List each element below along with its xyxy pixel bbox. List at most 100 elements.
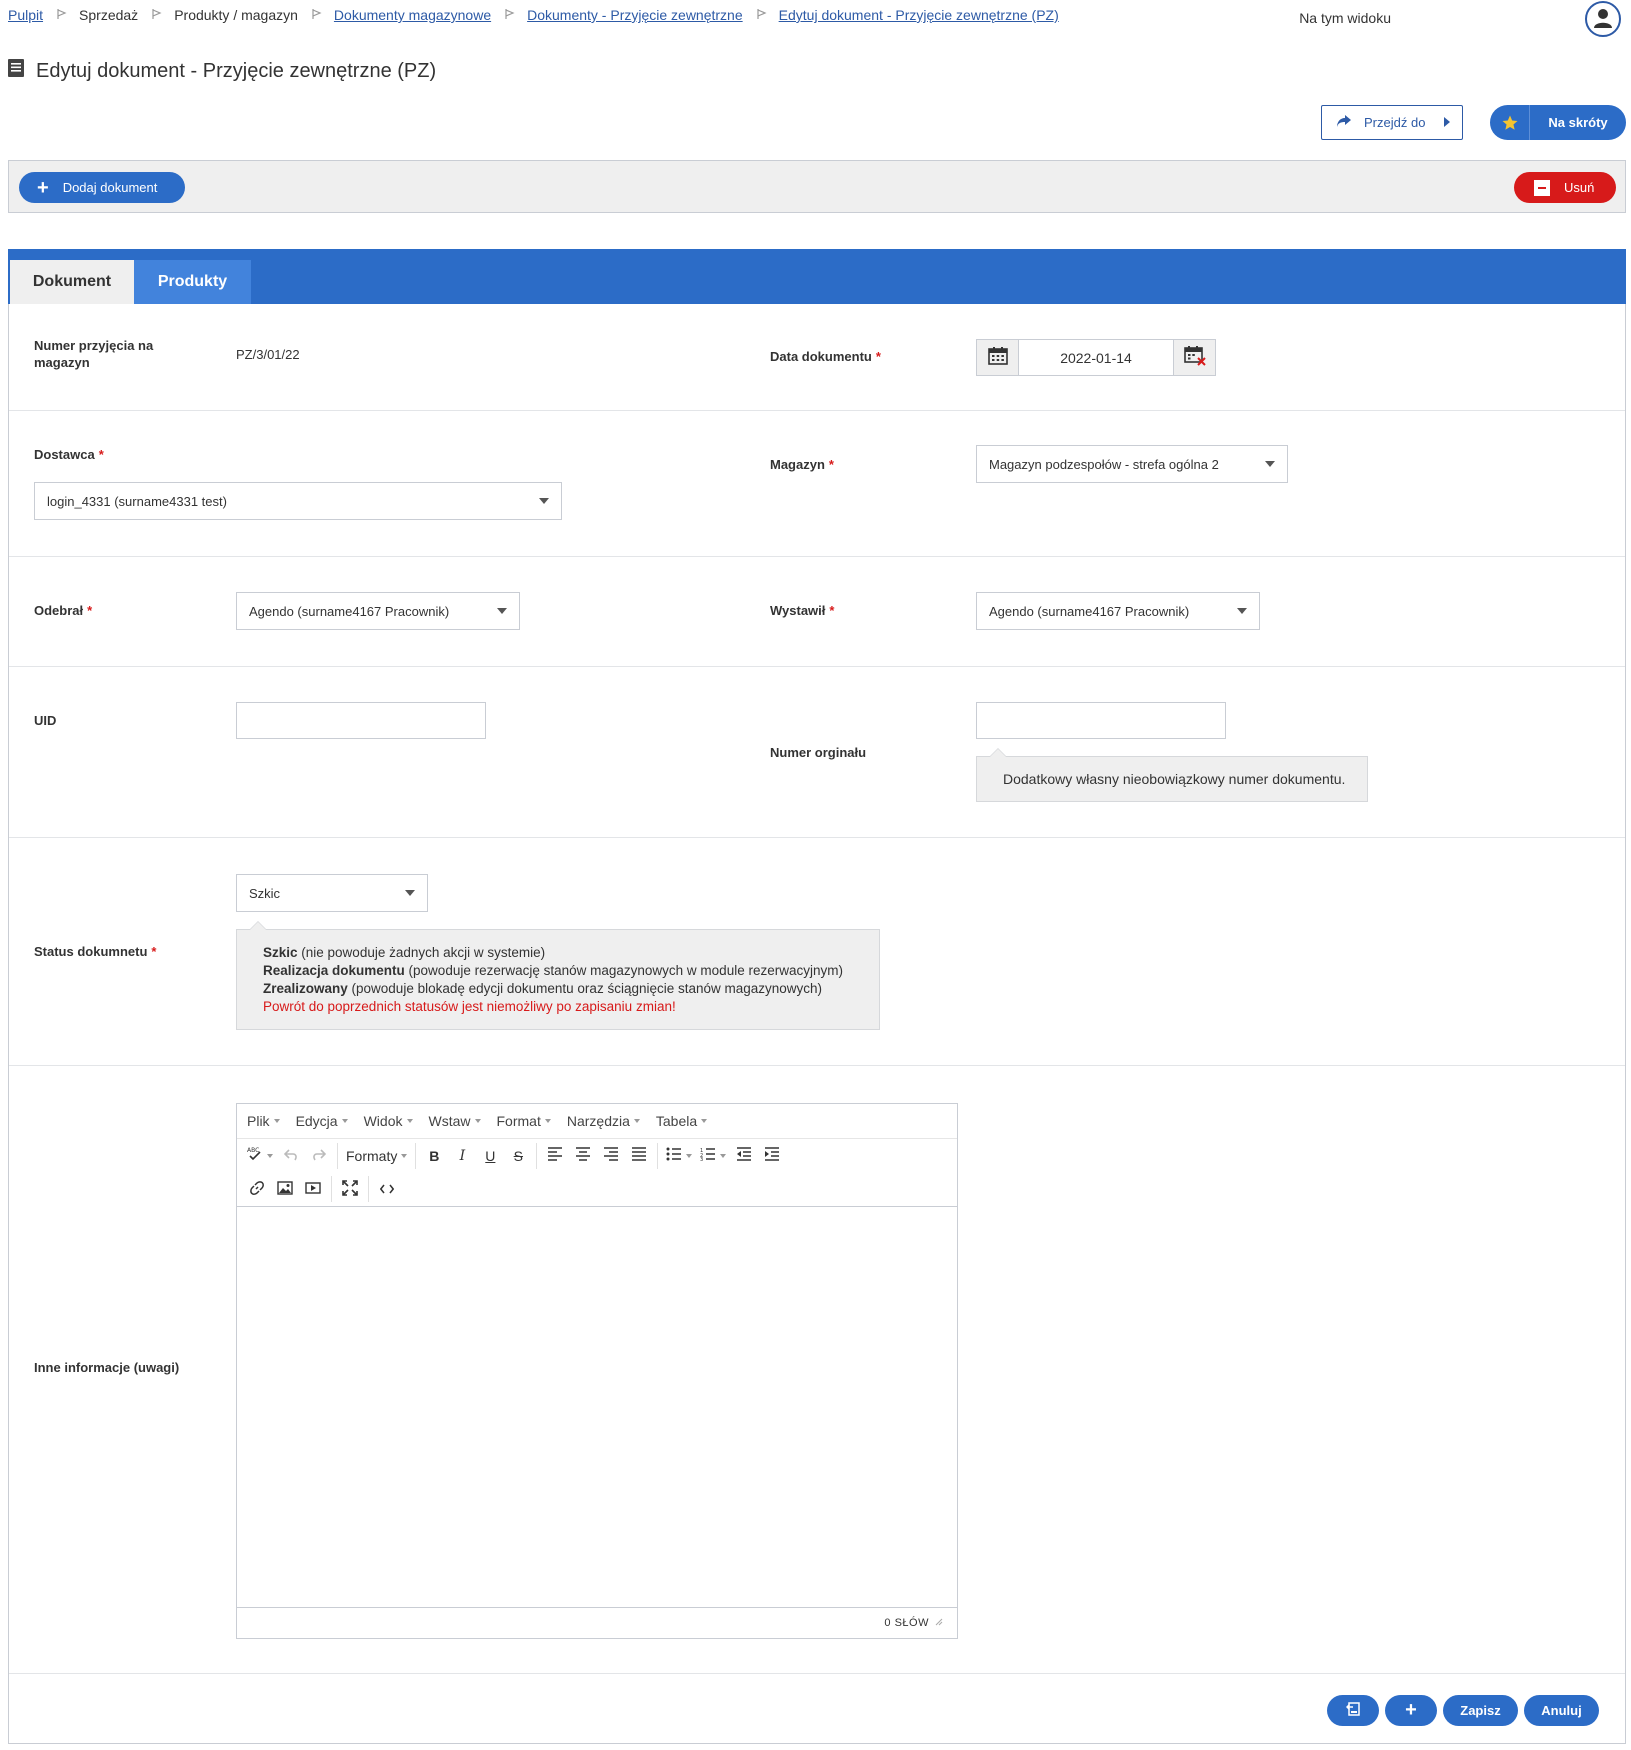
align-right-button[interactable] bbox=[597, 1143, 625, 1169]
uid-input[interactable] bbox=[236, 702, 486, 739]
image-icon bbox=[277, 1180, 293, 1198]
outdent-icon bbox=[736, 1147, 752, 1164]
user-icon bbox=[1591, 6, 1615, 33]
underline-button[interactable]: U bbox=[476, 1143, 504, 1169]
spellcheck-button[interactable]: ABC bbox=[243, 1143, 277, 1169]
breadcrumb-item-dokumenty-magazynowe[interactable]: Dokumenty magazynowe bbox=[334, 7, 491, 23]
issued-select[interactable]: Agendo (surname4167 Pracownik) bbox=[976, 592, 1260, 630]
undo-button[interactable] bbox=[277, 1143, 305, 1169]
menu-tabela[interactable]: Tabela bbox=[656, 1113, 708, 1129]
code-icon bbox=[379, 1181, 395, 1197]
bullet-list-button[interactable] bbox=[662, 1143, 696, 1169]
undo-icon bbox=[283, 1148, 298, 1164]
redo-button[interactable] bbox=[305, 1143, 333, 1169]
link-button[interactable] bbox=[243, 1176, 271, 1202]
indent-button[interactable] bbox=[758, 1143, 786, 1169]
editor-content-area[interactable] bbox=[237, 1206, 957, 1606]
breadcrumb-item-przyjecie-zewnetrzne[interactable]: Dokumenty - Przyjęcie zewnętrzne bbox=[527, 7, 743, 23]
menu-edycja[interactable]: Edycja bbox=[296, 1113, 348, 1129]
issued-label: Wystawił * bbox=[770, 603, 835, 618]
row-divider bbox=[9, 1065, 1625, 1066]
breadcrumb-item-pulpit[interactable]: Pulpit bbox=[8, 7, 43, 23]
status-select[interactable]: Szkic bbox=[236, 874, 428, 912]
goto-button[interactable]: Przejdź do bbox=[1321, 105, 1463, 140]
breadcrumb-item-edytuj-dokument[interactable]: Edytuj dokument - Przyjęcie zewnętrzne (… bbox=[779, 7, 1059, 23]
bullet-list-icon bbox=[666, 1147, 682, 1164]
align-right-icon bbox=[603, 1147, 619, 1164]
date-input[interactable]: 2022-01-14 bbox=[1019, 340, 1173, 375]
date-picker: 2022-01-14 bbox=[976, 339, 1216, 376]
supplier-select[interactable]: login_4331 (surname4331 test) bbox=[34, 482, 562, 520]
number-label: Numer przyjęcia na magazyn bbox=[34, 338, 154, 370]
image-button[interactable] bbox=[271, 1176, 299, 1202]
save-return-icon bbox=[1345, 1702, 1360, 1719]
shortcuts-button[interactable]: Na skróty bbox=[1490, 105, 1626, 140]
italic-button[interactable]: I bbox=[448, 1143, 476, 1169]
delete-button[interactable]: Usuń bbox=[1514, 172, 1616, 203]
menu-plik[interactable]: Plik bbox=[247, 1113, 280, 1129]
plus-icon: + bbox=[1405, 1699, 1417, 1721]
warehouse-select[interactable]: Magazyn podzespołów - strefa ogólna 2 bbox=[976, 445, 1288, 483]
share-arrow-icon bbox=[1336, 114, 1352, 131]
calendar-button[interactable] bbox=[977, 340, 1019, 375]
outdent-button[interactable] bbox=[730, 1143, 758, 1169]
cancel-button[interactable]: Anuluj bbox=[1524, 1695, 1599, 1726]
add-document-label: Dodaj dokument bbox=[62, 180, 158, 195]
tab-dokument[interactable]: Dokument bbox=[10, 260, 134, 304]
chevron-down-icon bbox=[1237, 608, 1247, 614]
strikethrough-icon: S bbox=[513, 1147, 524, 1164]
editor-statusbar: 0 SŁÓW bbox=[237, 1607, 957, 1638]
numbered-list-button[interactable]: 123 bbox=[696, 1143, 730, 1169]
row-divider bbox=[9, 1673, 1625, 1674]
row-divider bbox=[9, 410, 1625, 411]
editor-toolbar-row-1: ABC Formaty B I U S 123 bbox=[237, 1138, 957, 1172]
align-center-button[interactable] bbox=[569, 1143, 597, 1169]
media-button[interactable] bbox=[299, 1176, 327, 1202]
notes-label: Inne informacje (uwagi) bbox=[34, 1360, 180, 1375]
formats-dropdown[interactable]: Formaty bbox=[342, 1143, 411, 1169]
tab-produkty[interactable]: Produkty bbox=[134, 260, 251, 304]
italic-icon: I bbox=[459, 1147, 466, 1164]
original-number-input[interactable] bbox=[976, 702, 1226, 739]
media-icon bbox=[305, 1181, 321, 1198]
user-avatar-button[interactable] bbox=[1585, 1, 1621, 37]
save-button[interactable]: Zapisz bbox=[1443, 1695, 1518, 1726]
document-icon bbox=[8, 59, 24, 83]
svg-text:3: 3 bbox=[700, 1157, 703, 1161]
fullscreen-button[interactable] bbox=[336, 1176, 364, 1202]
bold-button[interactable]: B bbox=[420, 1143, 448, 1169]
chevron-down-icon bbox=[1265, 461, 1275, 467]
menu-format[interactable]: Format bbox=[497, 1113, 551, 1129]
breadcrumb: Pulpit Sprzedaż Produkty / magazyn Dokum… bbox=[8, 5, 1059, 25]
status-label: Status dokumnetu * bbox=[34, 944, 157, 959]
row-divider bbox=[9, 666, 1625, 667]
save-and-return-button[interactable] bbox=[1327, 1695, 1379, 1726]
warehouse-label: Magazyn * bbox=[770, 457, 834, 472]
word-count: 0 SŁÓW bbox=[884, 1617, 929, 1629]
add-document-button[interactable]: + Dodaj dokument bbox=[19, 172, 185, 203]
menu-widok[interactable]: Widok bbox=[364, 1113, 413, 1129]
source-code-button[interactable] bbox=[373, 1176, 401, 1202]
menu-wstaw[interactable]: Wstaw bbox=[429, 1113, 481, 1129]
row-divider bbox=[9, 837, 1625, 838]
align-justify-button[interactable] bbox=[625, 1143, 653, 1169]
save-and-add-button[interactable]: + bbox=[1385, 1695, 1437, 1726]
delete-label: Usuń bbox=[1564, 180, 1595, 195]
underline-icon: U bbox=[485, 1147, 496, 1164]
clear-date-button[interactable] bbox=[1173, 340, 1215, 375]
numbered-list-icon: 123 bbox=[700, 1147, 716, 1164]
uid-label: UID bbox=[34, 713, 57, 728]
resize-handle-icon[interactable] bbox=[935, 1617, 943, 1629]
breadcrumb-flag-icon bbox=[312, 9, 322, 19]
supplier-value: login_4331 (surname4331 test) bbox=[47, 493, 227, 509]
menu-narzedzia[interactable]: Narzędzia bbox=[567, 1113, 640, 1129]
star-icon bbox=[1490, 105, 1530, 140]
align-left-button[interactable] bbox=[541, 1143, 569, 1169]
align-justify-icon bbox=[631, 1147, 647, 1164]
strikethrough-button[interactable]: S bbox=[504, 1143, 532, 1169]
breadcrumb-item-produkty: Produkty / magazyn bbox=[174, 7, 298, 23]
breadcrumb-item-sprzedaz: Sprzedaż bbox=[79, 7, 139, 23]
editor-toolbar-row-2 bbox=[237, 1172, 957, 1206]
received-select[interactable]: Agendo (surname4167 Pracownik) bbox=[236, 592, 520, 630]
received-label: Odebrał * bbox=[34, 603, 93, 618]
